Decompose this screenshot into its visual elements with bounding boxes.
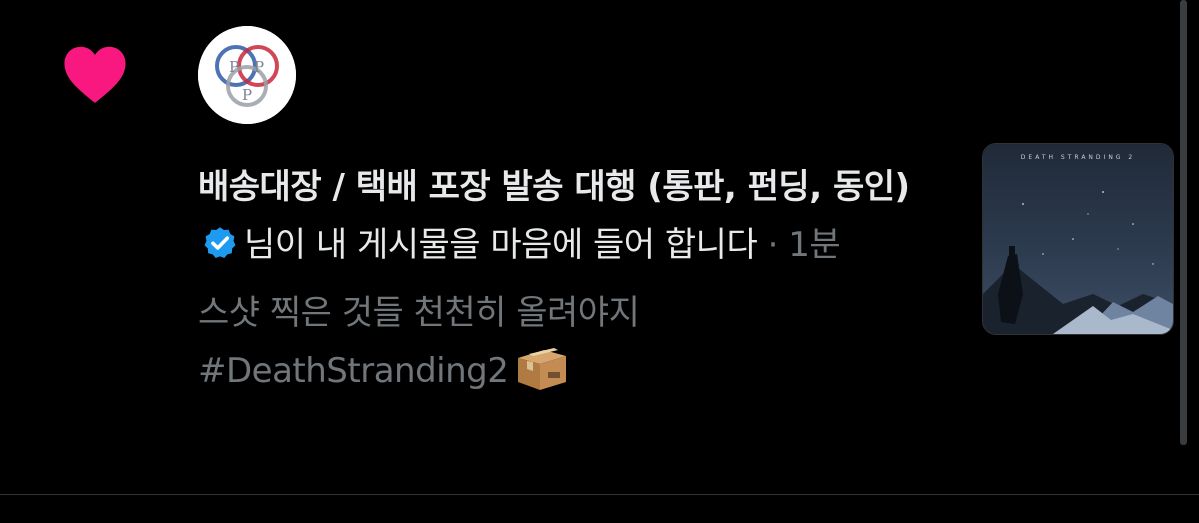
scrollbar[interactable]	[1180, 0, 1187, 445]
tweet-body: 스샷 찍은 것들 천천히 올려야지	[198, 293, 640, 333]
logo-letter: P	[229, 58, 239, 76]
notification-headline: 배송대장 / 택배 포장 발송 대행 (통판, 펀딩, 동인) 님이 내 게시물을…	[198, 158, 938, 274]
death-stranding-2-artwork-icon	[983, 144, 1173, 334]
logo-letter: P	[242, 86, 252, 104]
ppp-logo-icon: P P P	[198, 26, 296, 124]
like-notification[interactable]: P P P 배송대장 / 택배 포장 발송 대행 (통판, 펀딩, 동인) 님이 …	[0, 0, 1199, 494]
heart-icon	[64, 46, 126, 103]
timestamp[interactable]: 1분	[788, 225, 840, 265]
meta-separator: ·	[767, 225, 779, 265]
avatar[interactable]: P P P	[198, 26, 296, 124]
tweet-text: 스샷 찍은 것들 천천히 올려야지 #DeathStranding2	[198, 284, 938, 400]
verified-badge-icon	[204, 227, 236, 258]
action-text: 님이 내 게시물을 마음에 들어 합니다	[244, 225, 758, 265]
logo-letter: P	[254, 58, 264, 76]
display-name[interactable]: 배송대장 / 택배 포장 발송 대행 (통판, 펀딩, 동인)	[198, 167, 910, 207]
package-icon	[518, 348, 567, 390]
media-thumbnail[interactable]: DEATH STRANDING 2	[982, 143, 1174, 335]
hashtag-link[interactable]: #DeathStranding2	[198, 351, 509, 391]
notification-body: 배송대장 / 택배 포장 발송 대행 (통판, 펀딩, 동인) 님이 내 게시물을…	[198, 158, 938, 400]
divider	[0, 494, 1199, 495]
thumbnail-title: DEATH STRANDING 2	[1020, 154, 1136, 161]
